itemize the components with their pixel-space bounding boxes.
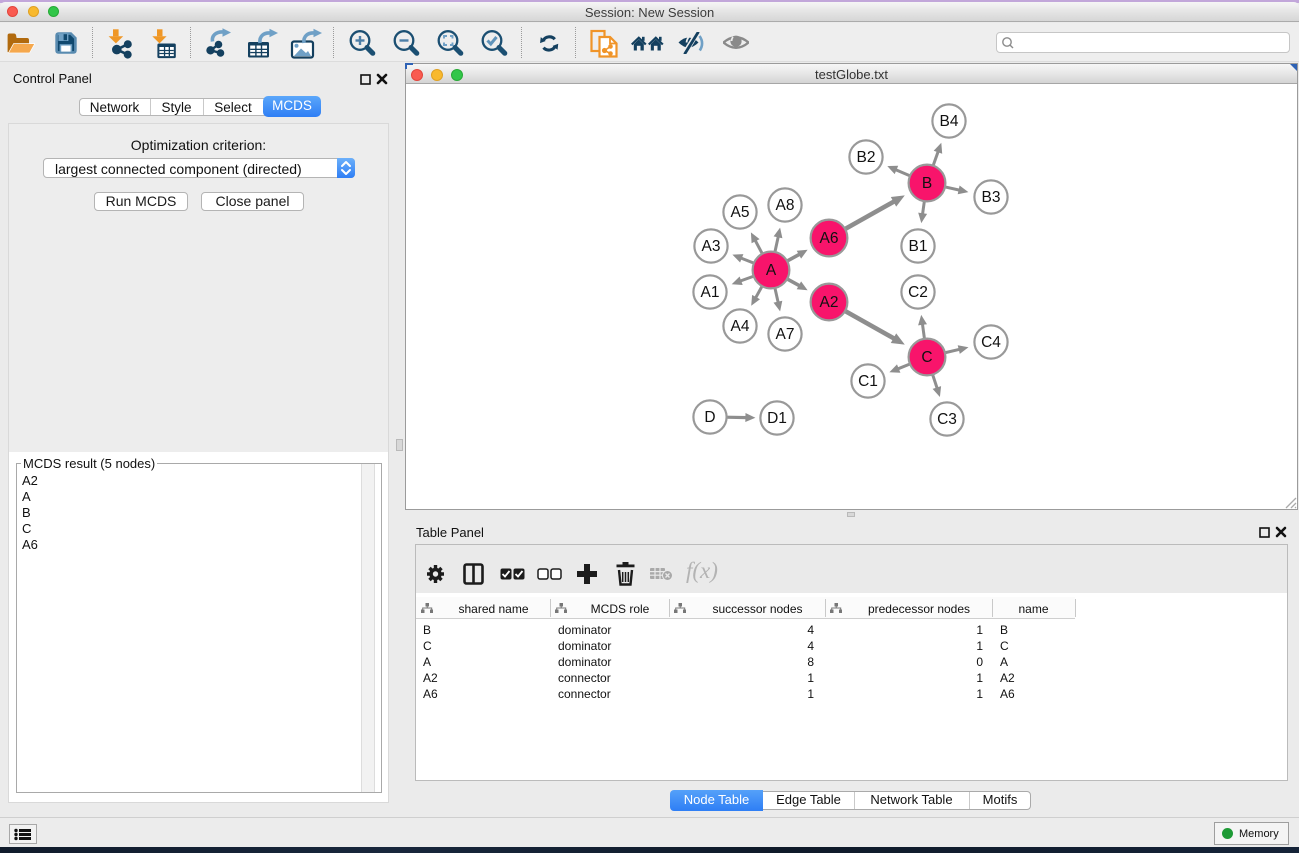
svg-text:B3: B3 [982, 189, 1001, 206]
svg-text:B: B [922, 175, 932, 192]
svg-text:A8: A8 [776, 197, 795, 214]
svg-text:A7: A7 [776, 326, 795, 343]
svg-text:A: A [766, 262, 777, 279]
svg-text:A6: A6 [820, 230, 839, 247]
svg-text:A1: A1 [701, 284, 720, 301]
svg-text:A2: A2 [820, 294, 839, 311]
svg-text:C2: C2 [908, 284, 928, 301]
svg-text:A4: A4 [731, 318, 750, 335]
svg-text:D: D [704, 409, 715, 426]
svg-text:B4: B4 [940, 113, 959, 130]
svg-text:C1: C1 [858, 373, 878, 390]
svg-text:C: C [921, 349, 932, 366]
svg-text:C4: C4 [981, 334, 1001, 351]
svg-text:B2: B2 [857, 149, 876, 166]
svg-text:C3: C3 [937, 411, 957, 428]
svg-text:A5: A5 [731, 204, 750, 221]
svg-text:A3: A3 [702, 238, 721, 255]
svg-text:B1: B1 [909, 238, 928, 255]
svg-text:D1: D1 [767, 410, 787, 427]
